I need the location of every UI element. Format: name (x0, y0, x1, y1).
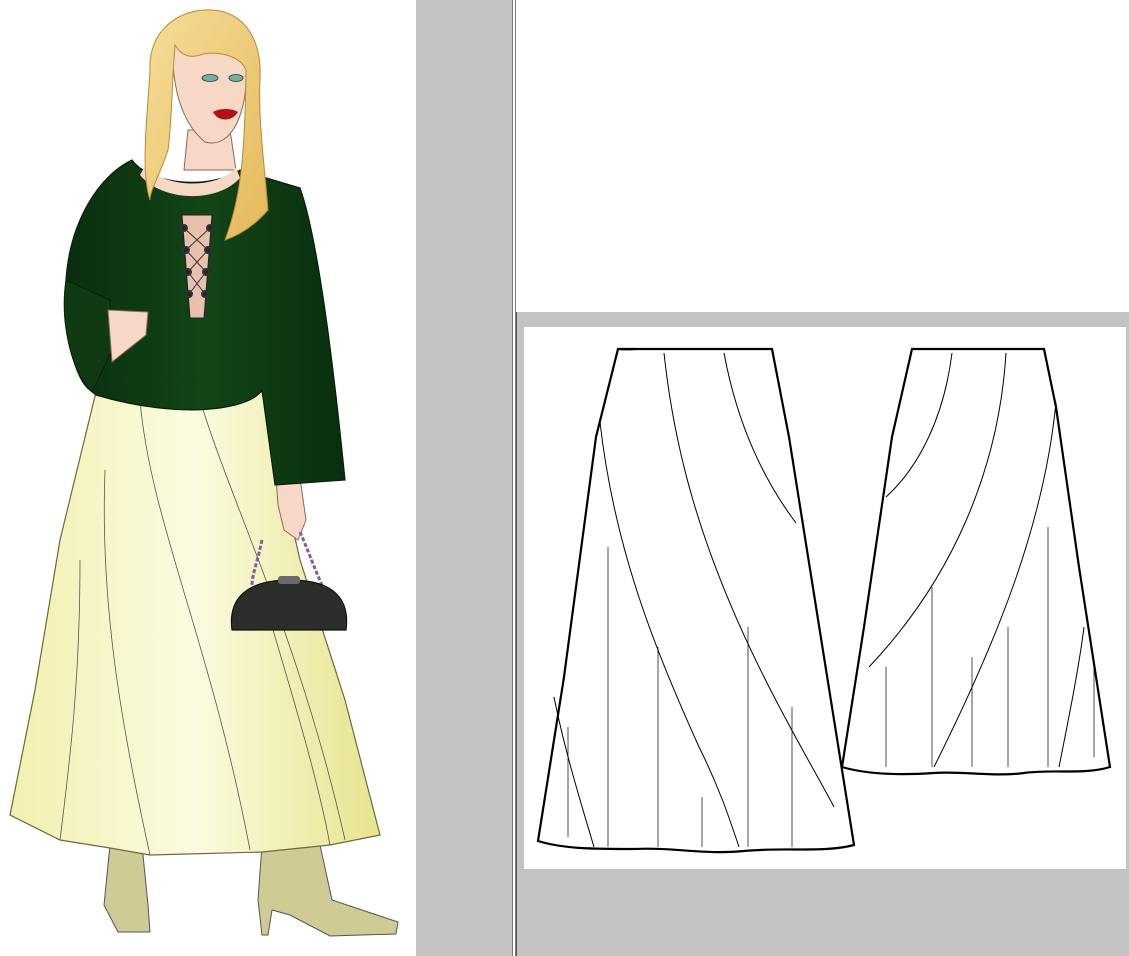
front-view-skirt-sketch (536, 347, 856, 854)
boots (103, 844, 399, 937)
empty-canvas-area (516, 0, 1129, 312)
gray-margin-strip (416, 0, 512, 956)
back-view-skirt-sketch (840, 347, 1112, 776)
skirt-technical-sketch (536, 347, 1112, 854)
fashion-illustration (9, 9, 399, 937)
technical-drawing (524, 327, 1126, 869)
fashion-illustration-panel (0, 0, 416, 956)
